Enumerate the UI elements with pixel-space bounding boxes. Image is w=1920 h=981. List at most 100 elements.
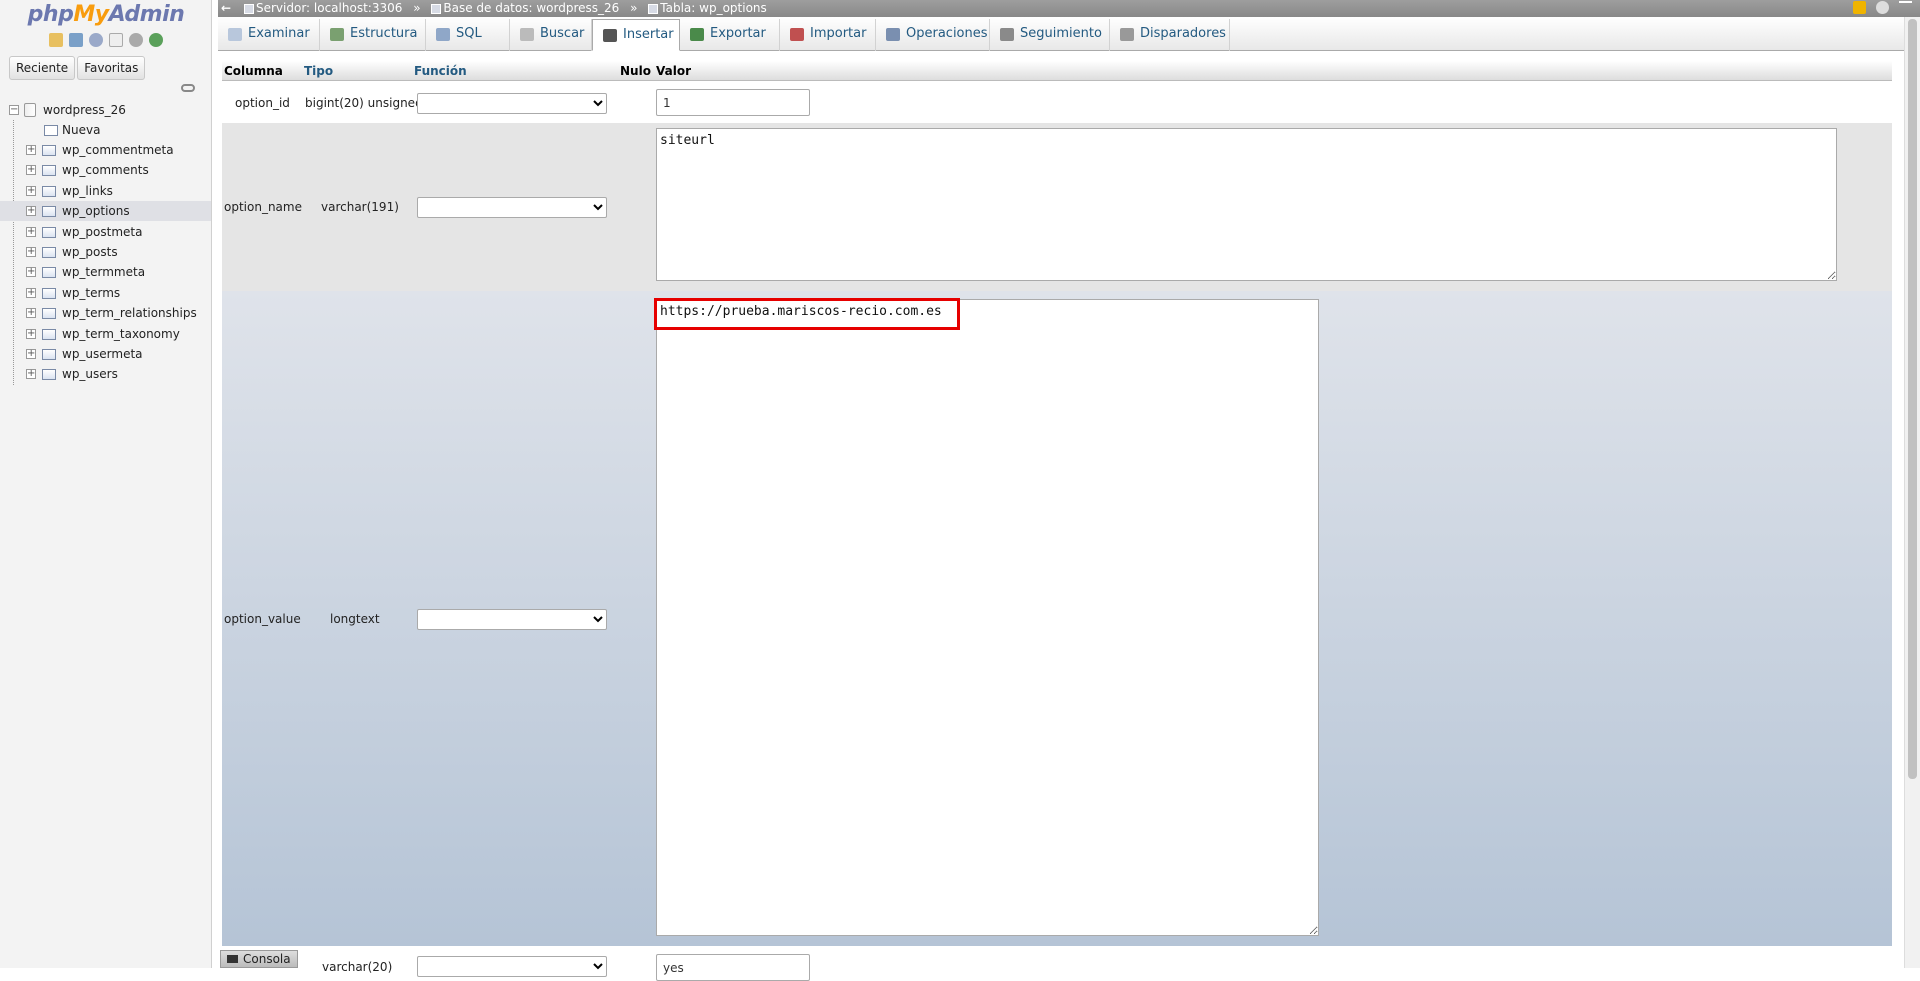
table-icon xyxy=(42,328,56,340)
favorites-tab[interactable]: Favoritas xyxy=(77,56,146,80)
help-icon[interactable] xyxy=(89,32,104,47)
value-textarea-option_value[interactable] xyxy=(656,299,1319,936)
home-icon[interactable] xyxy=(49,32,64,47)
console-icon xyxy=(227,955,238,963)
link-with-main-icon[interactable] xyxy=(181,84,195,92)
column-name: option_value xyxy=(224,612,301,626)
sidebar-item-wp_posts[interactable]: + wp_posts xyxy=(0,242,211,262)
expand-icon[interactable]: + xyxy=(26,206,36,217)
search-icon xyxy=(520,28,534,41)
expand-icon[interactable]: + xyxy=(26,267,36,278)
expand-icon[interactable]: + xyxy=(26,145,36,155)
sql-icon xyxy=(436,28,450,41)
docs-icon[interactable] xyxy=(108,32,123,47)
tab-examinar[interactable]: Examinar xyxy=(218,19,320,51)
phpmyadmin-logo[interactable]: phpMyAdmin xyxy=(0,2,211,27)
expand-icon[interactable]: + xyxy=(26,369,36,380)
expand-icon[interactable]: + xyxy=(26,185,36,196)
database-icon xyxy=(431,3,442,14)
column-name: option_id xyxy=(235,96,290,110)
expand-icon[interactable]: + xyxy=(26,287,36,298)
value-textarea-option_name[interactable] xyxy=(656,128,1837,281)
expand-icon[interactable]: + xyxy=(26,328,36,339)
database-wordpress_26[interactable]: − wordpress_26 xyxy=(0,100,211,120)
breadcrumb-server[interactable]: Servidor: localhost:3306 xyxy=(256,1,402,15)
console-button[interactable]: Consola xyxy=(220,950,298,968)
breadcrumb-database[interactable]: Base de datos: wordpress_26 xyxy=(443,1,619,15)
maximize-icon[interactable] xyxy=(1899,1,1912,14)
sidebar-item-wp_comments[interactable]: + wp_comments xyxy=(0,160,211,180)
table-menu: Examinar Estructura SQL Buscar Insertar Expor… xyxy=(218,17,1920,51)
tab-seguimiento[interactable]: Seguimiento xyxy=(990,19,1110,51)
table-icon xyxy=(42,369,56,381)
tab-insertar[interactable]: Insertar xyxy=(592,19,680,51)
column-type: varchar(191) xyxy=(321,200,399,214)
logout-icon[interactable] xyxy=(69,32,84,47)
collapse-nav-icon[interactable]: ← xyxy=(221,0,233,17)
gear-icon[interactable] xyxy=(1876,1,1890,14)
tab-operaciones[interactable]: Operaciones xyxy=(876,19,990,51)
breadcrumb-bar: ← Servidor: localhost:3306 » Base de dat… xyxy=(218,0,1920,17)
tab-exportar[interactable]: Exportar xyxy=(680,19,780,51)
tab-importar[interactable]: Importar xyxy=(780,19,876,51)
new-table-icon xyxy=(44,125,58,136)
header-value: Valor xyxy=(656,64,692,78)
sidebar-item-wp_terms[interactable]: + wp_terms xyxy=(0,283,211,303)
sidebar-item-wp_term_relationships[interactable]: + wp_term_relationships xyxy=(0,303,211,323)
eye-icon xyxy=(1000,28,1014,41)
column-type: bigint(20) unsigned xyxy=(305,96,423,110)
export-icon xyxy=(690,28,704,41)
function-select[interactable] xyxy=(417,197,607,218)
tab-sql[interactable]: SQL xyxy=(426,19,510,51)
database-icon xyxy=(24,103,36,117)
reload-icon[interactable] xyxy=(148,32,163,47)
expand-icon[interactable]: + xyxy=(26,308,36,319)
row-option_id: option_id bigint(20) unsigned xyxy=(222,84,1892,122)
tab-disparadores[interactable]: Disparadores xyxy=(1110,19,1230,51)
table-icon xyxy=(42,145,56,156)
sidebar-item-wp_postmeta[interactable]: + wp_postmeta xyxy=(0,222,211,242)
sidebar-item-wp_usermeta[interactable]: + wp_usermeta xyxy=(0,344,211,364)
recent-tab[interactable]: Reciente xyxy=(9,56,76,80)
row-option_name: option_name varchar(191) xyxy=(222,123,1892,291)
expand-icon[interactable]: + xyxy=(26,247,36,257)
sidebar-item-wp_users[interactable]: + wp_users xyxy=(0,364,211,384)
row-option_value: option_value longtext xyxy=(222,291,1892,946)
lock-icon[interactable] xyxy=(1853,1,1867,14)
function-select[interactable] xyxy=(417,956,607,977)
page-scrollbar[interactable] xyxy=(1904,17,1920,968)
header-type[interactable]: Tipo xyxy=(304,61,333,81)
header-function[interactable]: Función xyxy=(414,61,467,81)
header-null: Nulo xyxy=(620,64,651,78)
import-icon xyxy=(790,28,804,41)
table-icon xyxy=(42,308,56,320)
navigation-panel: phpMyAdmin Reciente Favoritas − wordpress… xyxy=(0,0,212,968)
table-icon xyxy=(42,185,56,197)
structure-icon xyxy=(330,28,344,41)
topbar-icons xyxy=(1847,1,1912,18)
insert-icon xyxy=(603,29,617,42)
sidebar-item-wp_links[interactable]: + wp_links xyxy=(0,181,211,201)
sidebar-item-wp_term_taxonomy[interactable]: + wp_term_taxonomy xyxy=(0,324,211,344)
new-table-item[interactable]: Nueva xyxy=(0,120,211,140)
function-select[interactable] xyxy=(417,93,607,114)
value-input-option_id[interactable] xyxy=(656,89,810,116)
tab-buscar[interactable]: Buscar xyxy=(510,19,592,51)
tab-estructura[interactable]: Estructura xyxy=(320,19,426,51)
scroll-thumb[interactable] xyxy=(1908,19,1917,779)
expand-icon[interactable]: + xyxy=(26,165,36,176)
table-icon xyxy=(42,206,56,218)
expand-icon[interactable]: + xyxy=(26,226,36,237)
sidebar-item-wp_commentmeta[interactable]: + wp_commentmeta xyxy=(0,140,211,160)
table-icon xyxy=(42,247,56,258)
breadcrumb-table[interactable]: Tabla: wp_options xyxy=(660,1,767,15)
sidebar-item-wp_options[interactable]: + wp_options xyxy=(0,201,211,222)
table-icon xyxy=(42,267,56,279)
sidebar-item-wp_termmeta[interactable]: + wp_termmeta xyxy=(0,262,211,282)
nav-tabs: Reciente Favoritas xyxy=(9,56,147,80)
table-icon xyxy=(42,349,56,360)
collapse-icon[interactable]: − xyxy=(9,105,19,115)
settings-icon[interactable] xyxy=(128,32,143,47)
function-select[interactable] xyxy=(417,609,607,630)
expand-icon[interactable]: + xyxy=(26,349,36,359)
